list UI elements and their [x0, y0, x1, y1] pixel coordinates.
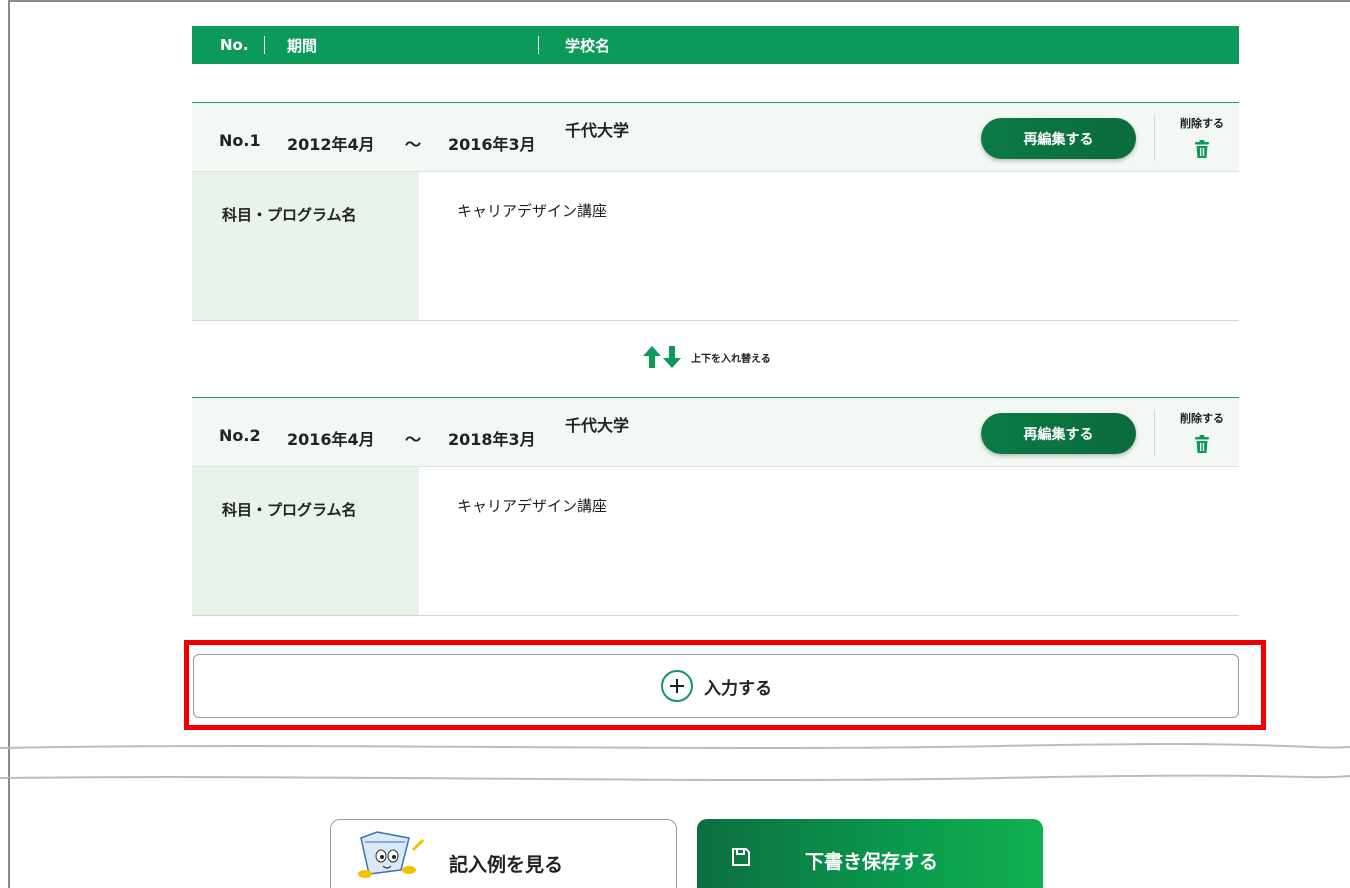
add-entry-button[interactable]: 入力する — [193, 654, 1239, 718]
entry-header: No.2 2016年4月 ～ 2018年3月 千代大学 再編集する 削除する — [192, 397, 1239, 467]
entry-body: 科目・プログラム名 キャリアデザイン講座 — [192, 172, 1239, 321]
header-period: 期間 — [287, 36, 318, 55]
entry-school-name: 千代大学 — [565, 416, 630, 435]
education-entry: No.2 2016年4月 ～ 2018年3月 千代大学 再編集する 削除する 科… — [192, 397, 1239, 616]
program-label-cell: 科目・プログラム名 — [192, 467, 419, 615]
swap-button[interactable]: 上下を入れ替える — [641, 344, 771, 370]
delete-label: 削除する — [1180, 412, 1224, 425]
delete-divider — [1154, 410, 1155, 456]
education-entry: No.1 2012年4月 ～ 2016年3月 千代大学 再編集する 削除する 科… — [192, 102, 1239, 321]
view-example-button[interactable]: 記入例を見る — [330, 819, 677, 888]
mascot-icon — [358, 831, 425, 878]
entry-school-name: 千代大学 — [565, 121, 630, 140]
entry-end-date: 2018年3月 — [448, 430, 536, 449]
program-label: 科目・プログラム名 — [222, 501, 357, 519]
save-draft-button[interactable]: 下書き保存する — [697, 819, 1043, 888]
floppy-disk-icon — [732, 848, 750, 866]
header-divider — [538, 36, 539, 54]
header-no: No. — [220, 36, 249, 54]
entry-number: No.2 — [219, 426, 261, 445]
entry-end-date: 2016年3月 — [448, 135, 536, 154]
program-label-cell: 科目・プログラム名 — [192, 172, 419, 320]
program-value: キャリアデザイン講座 — [457, 497, 608, 515]
delete-button[interactable]: 削除する — [1167, 410, 1237, 454]
header-divider — [264, 36, 265, 54]
trash-icon — [1195, 140, 1209, 158]
program-label: 科目・プログラム名 — [222, 206, 357, 224]
reedit-button[interactable]: 再編集する — [981, 118, 1136, 159]
add-entry-label: 入力する — [704, 678, 772, 699]
header-school: 学校名 — [565, 36, 611, 55]
swap-label: 上下を入れ替える — [691, 353, 771, 365]
page-break-divider — [0, 743, 1350, 788]
delete-label: 削除する — [1180, 117, 1224, 130]
entry-number: No.1 — [219, 131, 261, 150]
delete-button[interactable]: 削除する — [1167, 115, 1237, 159]
page-frame-top — [8, 0, 1350, 2]
entry-range-separator: ～ — [405, 430, 422, 449]
entry-start-date: 2012年4月 — [287, 135, 375, 154]
reedit-button[interactable]: 再編集する — [981, 413, 1136, 454]
delete-divider — [1154, 115, 1155, 161]
save-draft-label: 下書き保存する — [805, 851, 939, 873]
program-value: キャリアデザイン講座 — [457, 202, 608, 220]
swap-arrows-icon — [643, 346, 681, 368]
entry-body: 科目・プログラム名 キャリアデザイン講座 — [192, 467, 1239, 616]
entry-header: No.1 2012年4月 ～ 2016年3月 千代大学 再編集する 削除する — [192, 102, 1239, 172]
plus-circle-icon — [661, 670, 693, 702]
trash-icon — [1195, 435, 1209, 453]
entry-range-separator: ～ — [405, 135, 422, 154]
entry-start-date: 2016年4月 — [287, 430, 375, 449]
view-example-label: 記入例を見る — [449, 854, 564, 876]
table-header: No. 期間 学校名 — [192, 26, 1239, 64]
